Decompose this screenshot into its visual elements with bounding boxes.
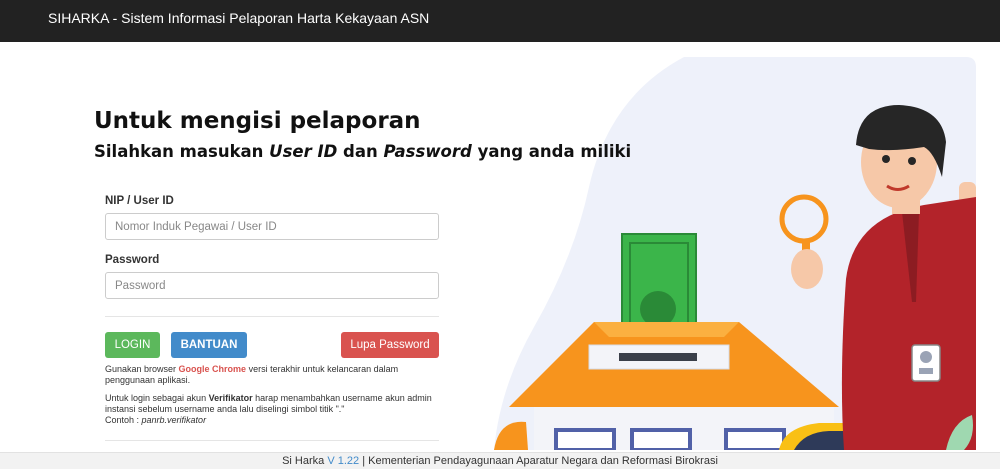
login-button[interactable]: LOGIN [105,332,160,358]
app-title[interactable]: SIHARKA - Sistem Informasi Pelaporan Har… [48,10,429,26]
navbar: SIHARKA - Sistem Informasi Pelaporan Har… [0,0,1000,42]
verifikator-note: Untuk login sebagai akun Verifikator har… [105,393,432,414]
help-button[interactable]: BANTUAN [171,332,247,358]
form-divider [105,316,439,317]
footer: Si Harka V 1.22 | Kementerian Pendayagun… [0,452,1000,469]
hero-illustration [494,57,976,450]
page-subtitle: Silahkan masukan User ID dan Password ya… [94,142,632,161]
browser-note: Gunakan browser Google Chrome versi tera… [105,364,399,385]
notes-divider [105,440,439,441]
password-label: Password [105,254,160,266]
password-input[interactable] [105,272,439,299]
userid-label: NIP / User ID [105,195,174,207]
userid-input[interactable] [105,213,439,240]
example-note: Contoh : panrb.verifikator [105,415,207,425]
page-title: Untuk mengisi pelaporan [94,108,421,134]
forgot-password-button[interactable]: Lupa Password [341,332,439,358]
